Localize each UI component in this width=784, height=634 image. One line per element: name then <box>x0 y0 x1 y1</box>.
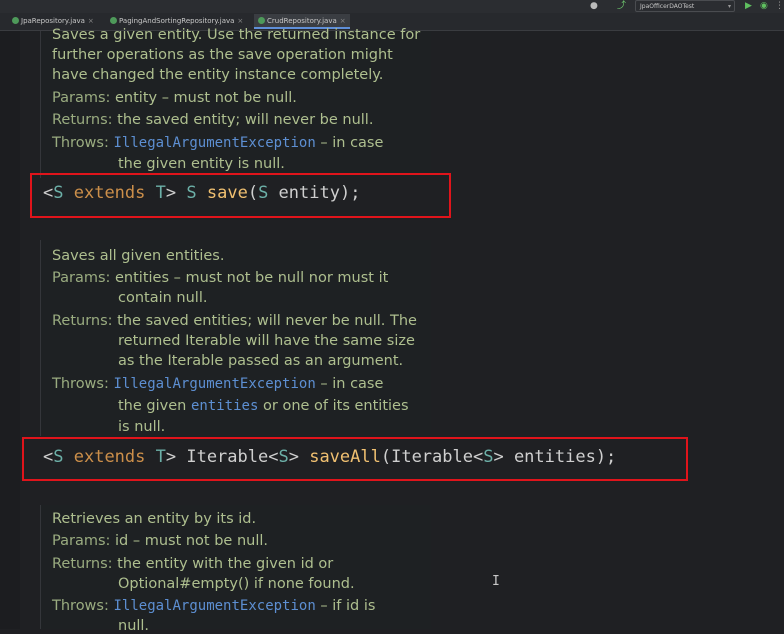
tab-label: CrudRepository.java <box>267 17 337 25</box>
tab-label: JpaRepository.java <box>21 17 85 25</box>
interface-icon <box>110 17 117 24</box>
throws-key: Throws: <box>52 598 109 614</box>
doc-returns: Returns: the saved entity; will never be… <box>52 112 373 128</box>
params-text: id – must not be null. <box>115 533 269 549</box>
doc-line: the given entity is null. <box>118 156 285 172</box>
exception-link[interactable]: IllegalArgumentException <box>113 135 315 151</box>
doc-throws: Throws: IllegalArgumentException – in ca… <box>52 376 383 392</box>
chevron-down-icon: ▾ <box>727 3 731 10</box>
doc-line: Retrieves an entity by its id. <box>52 511 257 527</box>
params-key: Params: <box>52 90 111 106</box>
doc-params: Params: entity – must not be null. <box>52 90 297 106</box>
returns-text: the saved entity; will never be null. <box>117 112 374 128</box>
returns-key: Returns: <box>52 112 113 128</box>
doc-line: further operations as the save operation… <box>52 47 393 63</box>
run-icon[interactable]: ▶ <box>745 0 752 12</box>
exception-link[interactable]: IllegalArgumentException <box>113 598 315 614</box>
doc-params: Params: entities – must not be null nor … <box>52 270 388 286</box>
doc-line: Saves a given entity. Use the returned i… <box>52 27 421 43</box>
doc-line: returned Iterable will have the same siz… <box>118 333 415 349</box>
run-config-label: JpaOfficerDAOTest <box>640 3 695 10</box>
highlight-box <box>30 173 451 218</box>
doc-throws: Throws: IllegalArgumentException – in ca… <box>52 135 383 151</box>
doc-line: null. <box>118 618 150 634</box>
title-bar: ● ⤴ JpaOfficerDAOTest ▾ ▶ ◉ ⋮ <box>0 0 784 13</box>
debug-icon[interactable]: ◉ <box>760 0 768 12</box>
user-icon[interactable]: ● <box>590 0 598 12</box>
doc-line: Optional#empty() if none found. <box>118 576 355 592</box>
doc-line: as the Iterable passed as an argument. <box>118 353 404 369</box>
params-key: Params: <box>52 533 111 549</box>
doc-returns: Returns: the saved entities; will never … <box>52 313 417 329</box>
params-text: entities – must not be null nor must it <box>115 270 389 286</box>
editor-gutter <box>0 31 20 629</box>
returns-text: the entity with the given id or <box>117 556 334 572</box>
doc-line: Saves all given entities. <box>52 248 225 264</box>
tab-label: PagingAndSortingRepository.java <box>119 17 235 25</box>
doc-line: have changed the entity instance complet… <box>52 67 384 83</box>
params-key: Params: <box>52 270 111 286</box>
returns-key: Returns: <box>52 313 113 329</box>
returns-key: Returns: <box>52 556 113 572</box>
close-icon[interactable]: × <box>237 17 243 25</box>
hammer-icon[interactable]: ⤴ <box>617 0 626 12</box>
interface-icon <box>258 17 265 24</box>
doc-line: contain null. <box>118 290 208 306</box>
throws-key: Throws: <box>52 376 109 392</box>
throws-text: – if id is <box>315 598 376 614</box>
throws-text: – in case <box>315 376 384 392</box>
more-icon[interactable]: ⋮ <box>775 0 784 12</box>
doc-line: is null. <box>118 419 166 435</box>
param-link[interactable]: entities <box>191 398 258 414</box>
throws-text: – in case <box>315 135 384 151</box>
throws-text: or one of its entities <box>258 398 409 414</box>
close-icon[interactable]: × <box>340 17 346 25</box>
throws-key: Throws: <box>52 135 109 151</box>
doc-returns: Returns: the entity with the given id or <box>52 556 333 572</box>
params-text: entity – must not be null. <box>115 90 297 106</box>
doc-params: Params: id – must not be null. <box>52 533 268 549</box>
doc-throws: Throws: IllegalArgumentException – if id… <box>52 598 375 614</box>
highlight-box <box>22 437 688 481</box>
doc-line: the given entities or one of its entitie… <box>118 398 409 414</box>
close-icon[interactable]: × <box>88 17 94 25</box>
exception-link[interactable]: IllegalArgumentException <box>113 376 315 392</box>
run-config-select[interactable]: JpaOfficerDAOTest ▾ <box>635 0 735 12</box>
returns-text: the saved entities; will never be null. … <box>117 313 417 329</box>
throws-text: the given <box>118 398 191 414</box>
interface-icon <box>12 17 19 24</box>
text-cursor-icon: I <box>492 574 500 589</box>
